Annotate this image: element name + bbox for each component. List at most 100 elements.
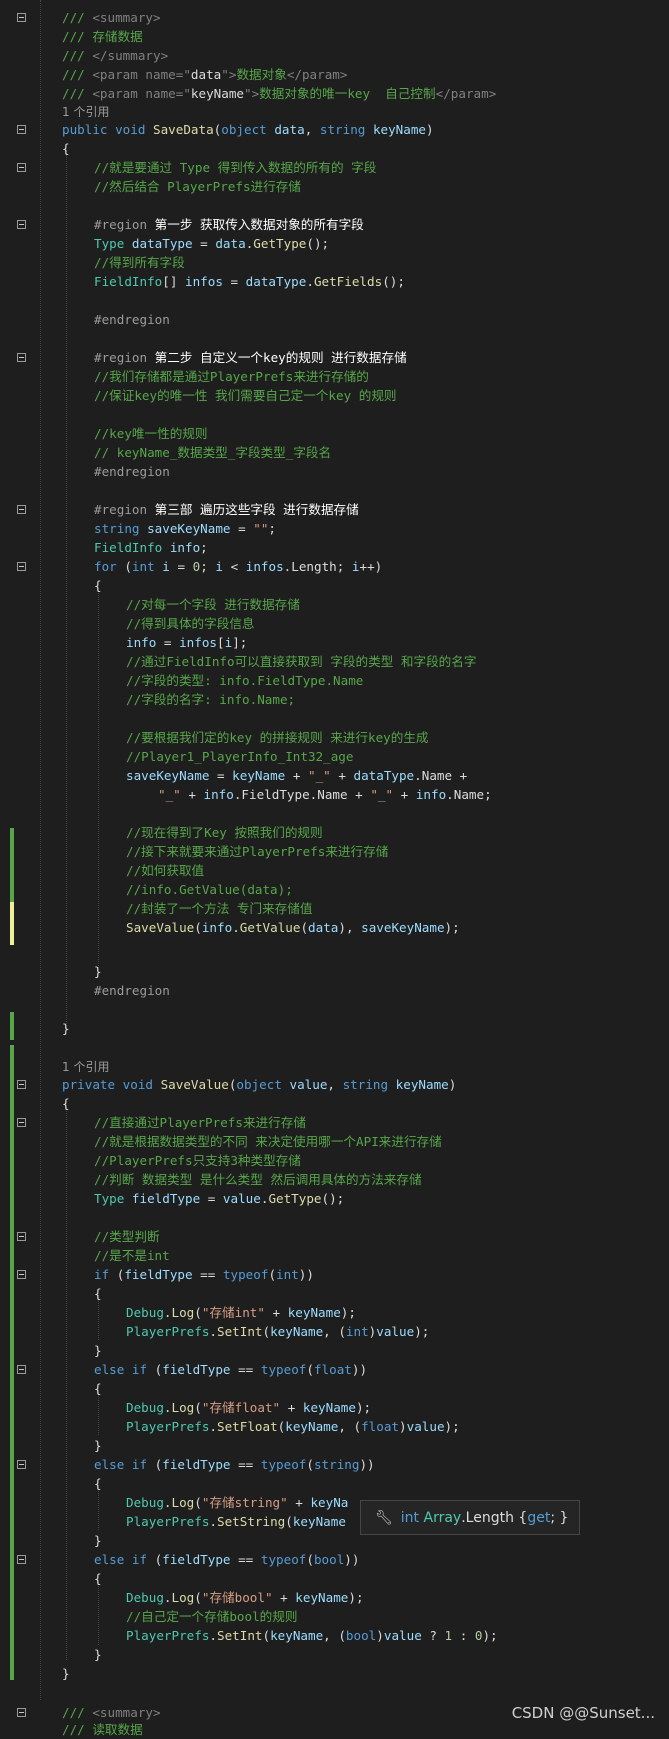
code-line: PlayerPrefs.SetInt(keyName, (int)value);: [126, 1322, 429, 1341]
code-token: =: [169, 559, 193, 574]
code-line: for (int i = 0; i < infos.Length; i++): [94, 557, 382, 576]
code-token: //就是要通过 Type 得到传入数据的所有的 字段: [94, 160, 377, 175]
code-token: SaveValue: [160, 1077, 229, 1092]
fold-collapse-icon[interactable]: [17, 1365, 26, 1374]
code-token: keyName: [292, 1514, 346, 1529]
fold-collapse-icon[interactable]: [17, 1118, 26, 1127]
code-line: #region 第三部 遍历这些字段 进行数据存储: [94, 500, 359, 519]
code-token: ): [376, 1628, 384, 1643]
code-token: .Length;: [283, 559, 352, 574]
code-token: {: [62, 1096, 70, 1111]
code-line: //info.GetValue(data);: [126, 880, 293, 899]
fold-collapse-icon[interactable]: [17, 1708, 26, 1717]
code-token: :: [452, 1628, 475, 1643]
code-token: #endregion: [94, 312, 170, 327]
code-line: else if (fieldType == typeof(float)): [94, 1360, 367, 1379]
code-token: ,: [304, 122, 320, 137]
code-token: ): [399, 1419, 407, 1434]
code-token: ///: [62, 48, 93, 63]
indent-guide: [98, 1580, 99, 1645]
fold-collapse-icon[interactable]: [17, 13, 26, 22]
code-token: #endregion: [94, 464, 170, 479]
code-token: fieldType: [124, 1267, 193, 1282]
code-token: keyName: [232, 768, 286, 783]
code-token: info: [201, 920, 233, 935]
code-token: 数据对象的唯一key 自己控制: [259, 86, 436, 101]
code-token: []: [162, 274, 185, 289]
code-line: /// <summary>: [62, 8, 161, 27]
code-token: .: [209, 1514, 217, 1529]
code-token: value: [289, 1077, 328, 1092]
code-token: }: [62, 1666, 70, 1681]
fold-collapse-icon[interactable]: [17, 1555, 26, 1564]
code-line: {: [94, 1284, 102, 1303]
code-token: typeof: [260, 1362, 307, 1377]
code-token: Type: [94, 236, 132, 251]
code-line: /// 存储数据: [62, 27, 143, 46]
fold-collapse-icon[interactable]: [17, 163, 26, 172]
code-token: i: [215, 559, 223, 574]
code-token: //info.GetValue(data);: [126, 882, 293, 897]
codelens-references[interactable]: 1 个引用: [62, 102, 109, 121]
fold-collapse-icon[interactable]: [17, 353, 26, 362]
code-token: ///: [62, 67, 93, 82]
tooltip-accessor-close: ; }: [550, 1509, 569, 1526]
code-token: int: [131, 559, 163, 574]
code-token: ///: [62, 1705, 93, 1720]
code-line: else if (fieldType == typeof(string)): [94, 1455, 375, 1474]
fold-collapse-icon[interactable]: [17, 505, 26, 514]
code-token: ,: [327, 1077, 343, 1092]
code-token: }: [94, 964, 102, 979]
code-token: SetFloat: [217, 1419, 278, 1434]
code-line: //就是要通过 Type 得到传入数据的所有的 字段: [94, 158, 376, 177]
code-token: "存储int": [201, 1305, 265, 1320]
fold-collapse-icon[interactable]: [17, 1460, 26, 1469]
code-token: .Name +: [414, 768, 468, 783]
fold-collapse-icon[interactable]: [17, 125, 26, 134]
code-token: fieldType: [162, 1362, 231, 1377]
fold-collapse-icon[interactable]: [17, 220, 26, 229]
fold-collapse-icon[interactable]: [17, 1232, 26, 1241]
code-line: private void SaveValue(object value, str…: [62, 1075, 456, 1094]
code-token: GetFields: [313, 274, 383, 289]
code-token: //类型判断: [94, 1229, 160, 1244]
code-line: PlayerPrefs.SetInt(keyName, (bool)value …: [126, 1626, 498, 1645]
code-token: +: [272, 1590, 296, 1605]
code-token: }: [94, 1438, 102, 1453]
code-token: data: [215, 236, 246, 251]
wrench-icon: 🔧︎: [375, 1509, 393, 1526]
fold-collapse-icon[interactable]: [17, 562, 26, 571]
code-token: (: [306, 1552, 314, 1567]
code-token: +: [287, 1495, 311, 1510]
code-token: GetValue: [239, 920, 301, 935]
fold-collapse-icon[interactable]: [17, 1270, 26, 1279]
code-line: //要根据我们定的key 的拼接规则 来进行key的生成: [126, 728, 429, 747]
code-token: //字段的类型: info.FieldType.Name: [126, 673, 364, 688]
code-token: ];: [232, 635, 248, 650]
code-line: //是不是int: [94, 1246, 170, 1265]
code-token: [: [217, 635, 225, 650]
code-token: ();: [321, 1191, 345, 1206]
code-token: fieldType: [162, 1457, 231, 1472]
code-token: </param>: [286, 67, 348, 82]
code-token: keyNa: [310, 1495, 349, 1510]
code-token: .: [163, 1495, 172, 1510]
code-token: (: [306, 1362, 314, 1377]
change-tracking-margin: [8, 0, 16, 1730]
code-token: float: [313, 1362, 352, 1377]
code-token: data: [274, 122, 305, 137]
tooltip-member: .Length: [461, 1509, 514, 1526]
code-token: +: [264, 1305, 288, 1320]
codelens-references[interactable]: 1 个引用: [62, 1057, 109, 1076]
fold-collapse-icon[interactable]: [17, 1080, 26, 1089]
code-token: data: [308, 920, 339, 935]
code-line: #endregion: [94, 981, 170, 1000]
code-token: #region: [94, 217, 155, 232]
code-token: int: [276, 1267, 299, 1282]
code-token: //key唯一性的规则: [94, 426, 208, 441]
code-token: #endregion: [94, 983, 170, 998]
code-line: }: [62, 1664, 70, 1683]
code-token: //要根据我们定的key 的拼接规则 来进行key的生成: [126, 730, 429, 745]
code-token: ///: [62, 10, 93, 25]
code-line: {: [62, 1094, 70, 1113]
